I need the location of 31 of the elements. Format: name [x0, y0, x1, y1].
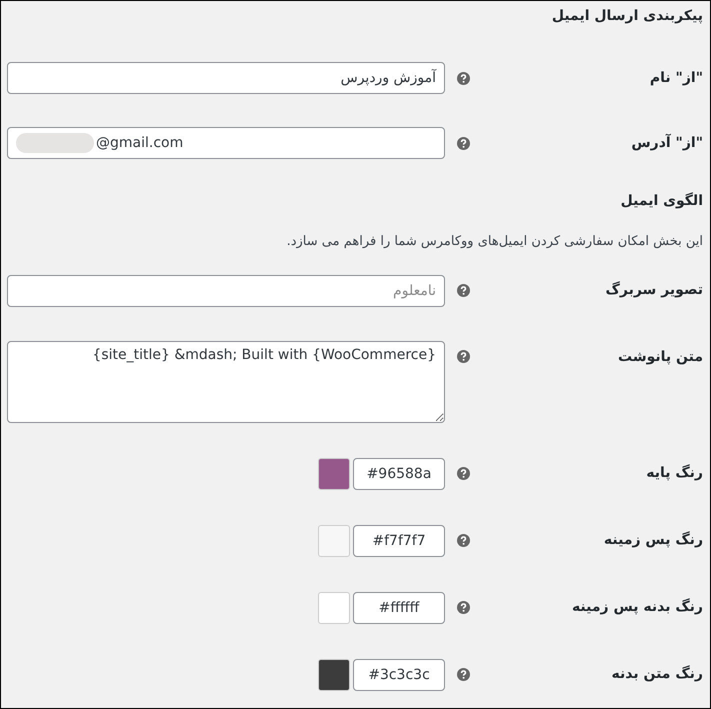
section-title: پیکربندی ارسال ایمیل: [550, 7, 703, 25]
color-field[interactable]: #f7f7f7: [353, 524, 445, 556]
color-swatch[interactable]: [318, 524, 350, 556]
help-icon[interactable]: [456, 467, 470, 480]
color-field[interactable]: #96588a: [353, 458, 445, 490]
help-icon[interactable]: [456, 284, 470, 297]
field-label: تصویر سربرگ: [604, 280, 703, 300]
help-icon[interactable]: [456, 72, 470, 84]
section-title: الگوی ایمیل: [620, 191, 703, 211]
color-field[interactable]: #3c3c3c: [353, 658, 445, 690]
help-icon[interactable]: [456, 136, 470, 150]
color-swatch[interactable]: [318, 658, 350, 690]
text-field[interactable]: نامعلوم: [7, 274, 445, 306]
field-label: رنگ بدنه پس زمینه: [570, 597, 703, 617]
field-label: رنگ پس زمینه: [602, 530, 703, 550]
color-swatch[interactable]: [318, 458, 350, 490]
email-field[interactable]: @gmail.com: [7, 127, 445, 159]
field-label: متن پانوشت: [617, 348, 703, 366]
color-swatch[interactable]: [318, 592, 350, 624]
help-icon[interactable]: [456, 668, 470, 681]
field-label: "از" نام: [648, 68, 703, 88]
text-field[interactable]: آموزش وردپرس: [7, 62, 445, 94]
footer-text-area[interactable]: {site_title} &mdash; Built with {WooCommerce}: [7, 340, 445, 422]
field-label: "از" آدرس: [630, 132, 703, 152]
help-icon[interactable]: [456, 534, 470, 547]
field-label: رنگ پایه: [645, 463, 703, 483]
help-icon[interactable]: [456, 601, 470, 614]
field-label: رنگ متن بدنه: [610, 664, 703, 684]
section-description: این بخش امکان سفارشی کردن ایمیل‌های ووکامرس شما را فراهم می سازد.: [286, 233, 703, 251]
color-field[interactable]: #ffffff: [353, 592, 445, 624]
help-icon[interactable]: [456, 350, 470, 362]
